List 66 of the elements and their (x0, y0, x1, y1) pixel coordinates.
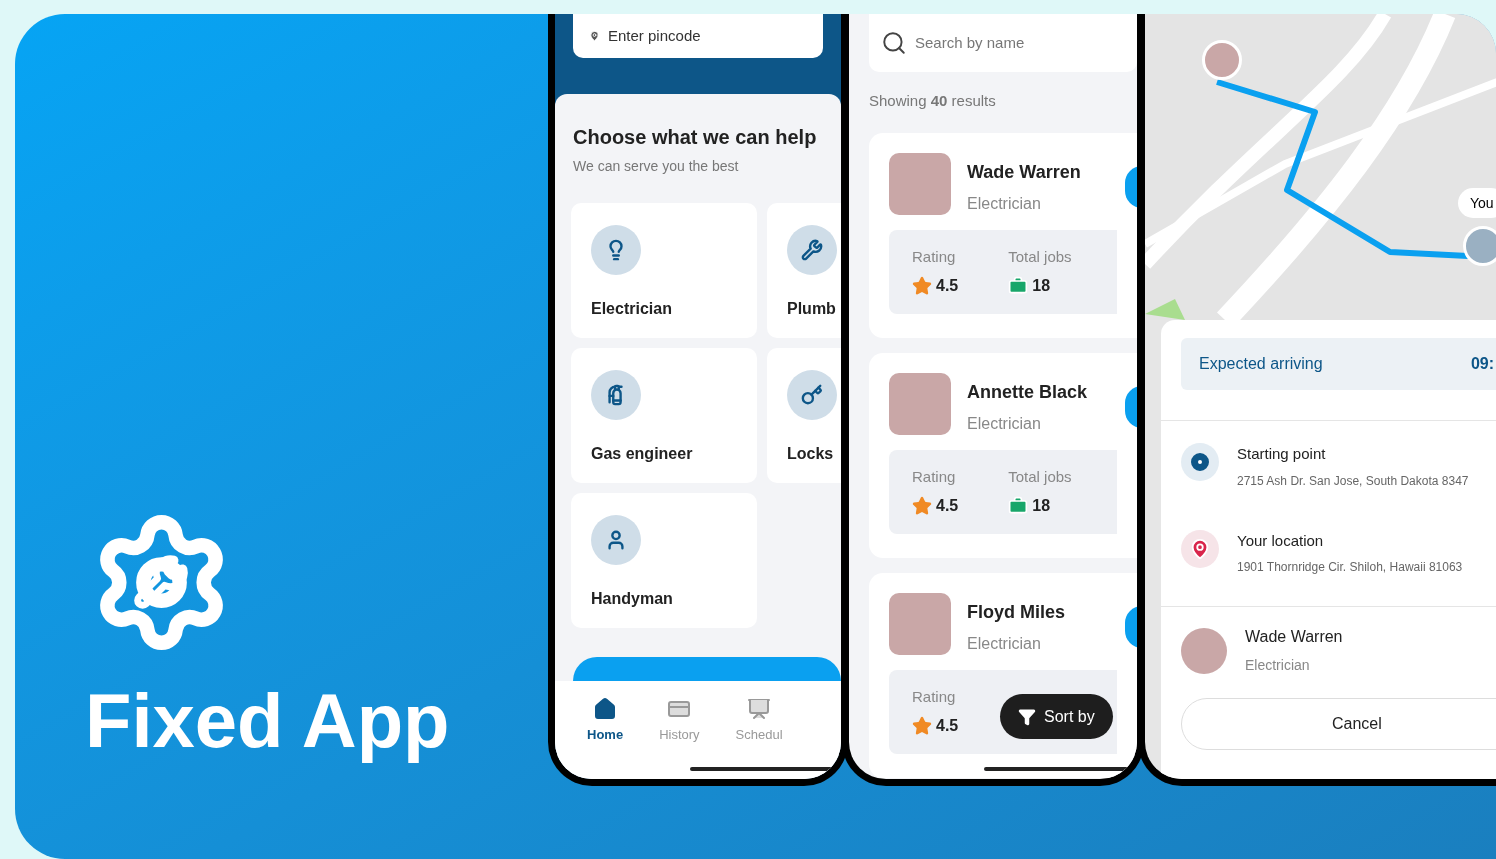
eta-time: 09: (1470, 354, 1495, 374)
worker-name: Floyd Miles (967, 600, 1065, 624)
rating-value: 4.5 (936, 276, 959, 296)
worker-role: Electrician (967, 633, 1042, 654)
jobs-label: Total jobs (1008, 246, 1072, 267)
section-subheading: We can serve you the best (573, 157, 740, 176)
worker-role: Electrician (967, 413, 1042, 434)
pincode-input[interactable]: Enter pincode (608, 24, 807, 48)
pincode-field[interactable]: Enter pincode (573, 14, 823, 58)
worker-card[interactable]: Annette Black Electrician Rating 4.5 Total jobs 18 (869, 352, 1137, 558)
service-label: Electrician (591, 299, 673, 319)
service-label: Locks (787, 444, 835, 464)
search-field[interactable]: Search by name (869, 14, 1137, 72)
worker-name: Annette Black (967, 380, 1088, 404)
star-icon (912, 716, 932, 736)
service-card[interactable]: Locks (767, 348, 841, 483)
worker-card[interactable]: Wade Warren Electrician Rating 4.5 Total jobs 18 (869, 132, 1137, 338)
service-card[interactable]: Handyman (571, 493, 757, 628)
rating-label: Rating (912, 466, 957, 487)
section-heading: Choose what we can help (573, 125, 818, 150)
service-icon (787, 225, 837, 275)
search-icon (881, 30, 907, 56)
service-label: Handyman (591, 589, 674, 609)
photo-placeholder (889, 372, 951, 435)
briefcase-icon (1008, 276, 1029, 296)
stop-title: Starting point (1237, 444, 1327, 464)
jobs-value: 18 (1032, 276, 1051, 296)
location-pin-icon (1181, 529, 1219, 568)
stop-address: 1901 Thornridge Cir. Shiloh, Hawaii 81063 (1237, 559, 1463, 576)
nav-tab[interactable]: Home (587, 697, 624, 779)
stop-address: 2715 Ash Dr. San Jose, South Dakota 8347 (1237, 472, 1469, 490)
house-icon (593, 697, 618, 721)
rating-value: 4.5 (936, 496, 959, 516)
eta-label: Expected arriving (1199, 354, 1323, 374)
photo-placeholder (889, 592, 951, 655)
jobs-label: Total jobs (1008, 466, 1072, 487)
avatar (1181, 627, 1227, 674)
filter-icon (1018, 707, 1036, 726)
jobs-value: 18 (1032, 496, 1051, 516)
board-icon (747, 697, 772, 721)
start-point-icon (1181, 443, 1219, 481)
service-icon (591, 370, 641, 420)
results-count: Showing 40 results (869, 91, 997, 111)
service-icon (591, 515, 641, 565)
worker-role: Electrician (1245, 656, 1311, 675)
service-label: Gas engineer (591, 444, 694, 464)
rating-value: 4.5 (936, 716, 959, 736)
star-icon (912, 276, 932, 296)
service-card[interactable]: Electrician (571, 203, 757, 338)
briefcase-icon (1008, 496, 1029, 516)
service-card[interactable]: Plumb (767, 203, 841, 338)
worker-name: Wade Warren (1245, 627, 1343, 647)
service-icon (787, 370, 837, 420)
photo-placeholder (889, 152, 951, 215)
search-input[interactable]: Search by name (915, 31, 1075, 55)
service-label: Plumb (787, 299, 837, 319)
rating-label: Rating (912, 246, 957, 267)
service-icon (591, 225, 641, 275)
star-icon (912, 496, 932, 516)
sort-button[interactable]: Sort by (1000, 694, 1113, 739)
stop-title: Your location (1237, 530, 1325, 551)
rating-label: Rating (912, 686, 957, 707)
worker-role: Electrician (967, 193, 1042, 214)
worker-name: Wade Warren (967, 160, 1081, 184)
service-card[interactable]: Gas engineer (571, 348, 757, 483)
you-label: You (1458, 188, 1496, 218)
